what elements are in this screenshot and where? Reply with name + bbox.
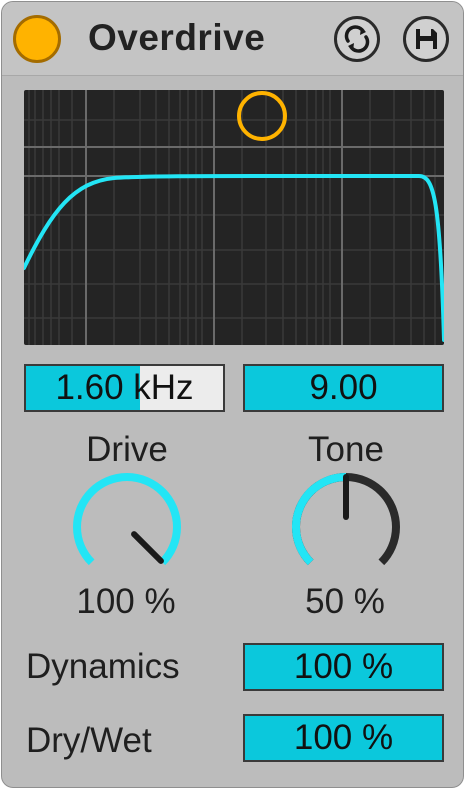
drive-label: Drive (86, 430, 168, 469)
frequency-field[interactable]: 1.60 kHz (24, 364, 225, 412)
device-title-bar: Overdrive (2, 2, 463, 76)
drywet-label: Dry/Wet (26, 721, 152, 760)
device-title: Overdrive (88, 17, 266, 58)
tone-knob-graphic (292, 473, 400, 566)
frequency-value: 1.60 kHz (55, 368, 194, 407)
drive-value: 100 % (76, 582, 176, 621)
save-preset-button[interactable] (403, 16, 449, 62)
dynamics-value: 100 % (293, 647, 394, 686)
hot-swap-button[interactable] (334, 16, 380, 62)
width-value: 9.00 (309, 368, 378, 407)
tone-label: Tone (308, 430, 384, 469)
filter-handle (237, 91, 287, 141)
drive-knob[interactable] (70, 470, 184, 584)
drive-knob-graphic (73, 473, 181, 566)
device-power-button[interactable] (13, 15, 61, 63)
width-field[interactable]: 9.00 (243, 364, 444, 412)
hot-swap-icon (344, 25, 370, 53)
save-preset-icon (416, 29, 437, 49)
tone-knob[interactable] (289, 470, 403, 584)
drywet-value: 100 % (293, 718, 394, 757)
dynamics-field[interactable]: 100 % (243, 643, 444, 691)
drywet-field[interactable]: 100 % (243, 714, 444, 762)
tone-value: 50 % (305, 582, 385, 621)
overdrive-device: Overdrive 1.60 kHz 9.00 Drive 100 % Tone… (1, 1, 464, 788)
dynamics-label: Dynamics (26, 647, 180, 686)
filter-display[interactable] (24, 90, 444, 345)
filter-graph (24, 90, 444, 345)
